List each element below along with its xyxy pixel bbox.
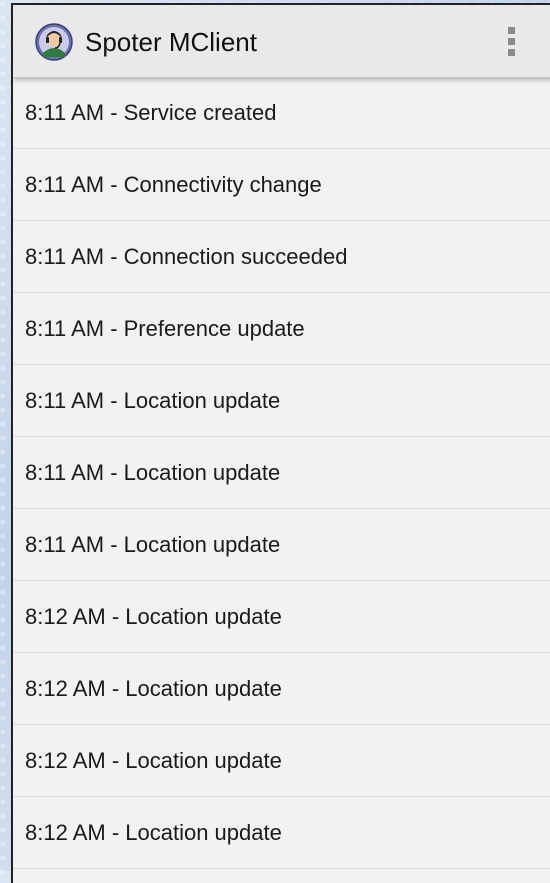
action-bar: Spoter MClient <box>13 5 550 77</box>
log-list-item[interactable]: 8:11 AM - Location update <box>13 365 550 437</box>
log-list-item[interactable]: 8:12 AM - Location update <box>13 725 550 797</box>
log-list-item[interactable]: 8:11 AM - Preference update <box>13 293 550 365</box>
app-title: Spoter MClient <box>85 27 257 57</box>
app-window: Spoter MClient 8:11 AM - Service created… <box>11 3 550 883</box>
log-list-item[interactable]: 8:12 AM - Location update <box>13 653 550 725</box>
event-log-list: 8:11 AM - Service created 8:11 AM - Conn… <box>13 77 550 869</box>
overflow-menu-icon[interactable] <box>497 21 525 61</box>
log-list-item[interactable]: 8:11 AM - Connection succeeded <box>13 221 550 293</box>
log-list-item[interactable]: 8:11 AM - Location update <box>13 437 550 509</box>
menu-dot <box>507 26 515 34</box>
log-list-item[interactable]: 8:12 AM - Location update <box>13 581 550 653</box>
log-list-item[interactable]: 8:12 AM - Location update <box>13 797 550 869</box>
menu-dot <box>507 48 515 56</box>
log-list-item[interactable]: 8:11 AM - Service created <box>13 77 550 149</box>
app-agent-icon[interactable] <box>35 23 73 61</box>
log-list-item[interactable]: 8:11 AM - Connectivity change <box>13 149 550 221</box>
menu-dot <box>507 37 515 45</box>
log-list-item[interactable]: 8:11 AM - Location update <box>13 509 550 581</box>
